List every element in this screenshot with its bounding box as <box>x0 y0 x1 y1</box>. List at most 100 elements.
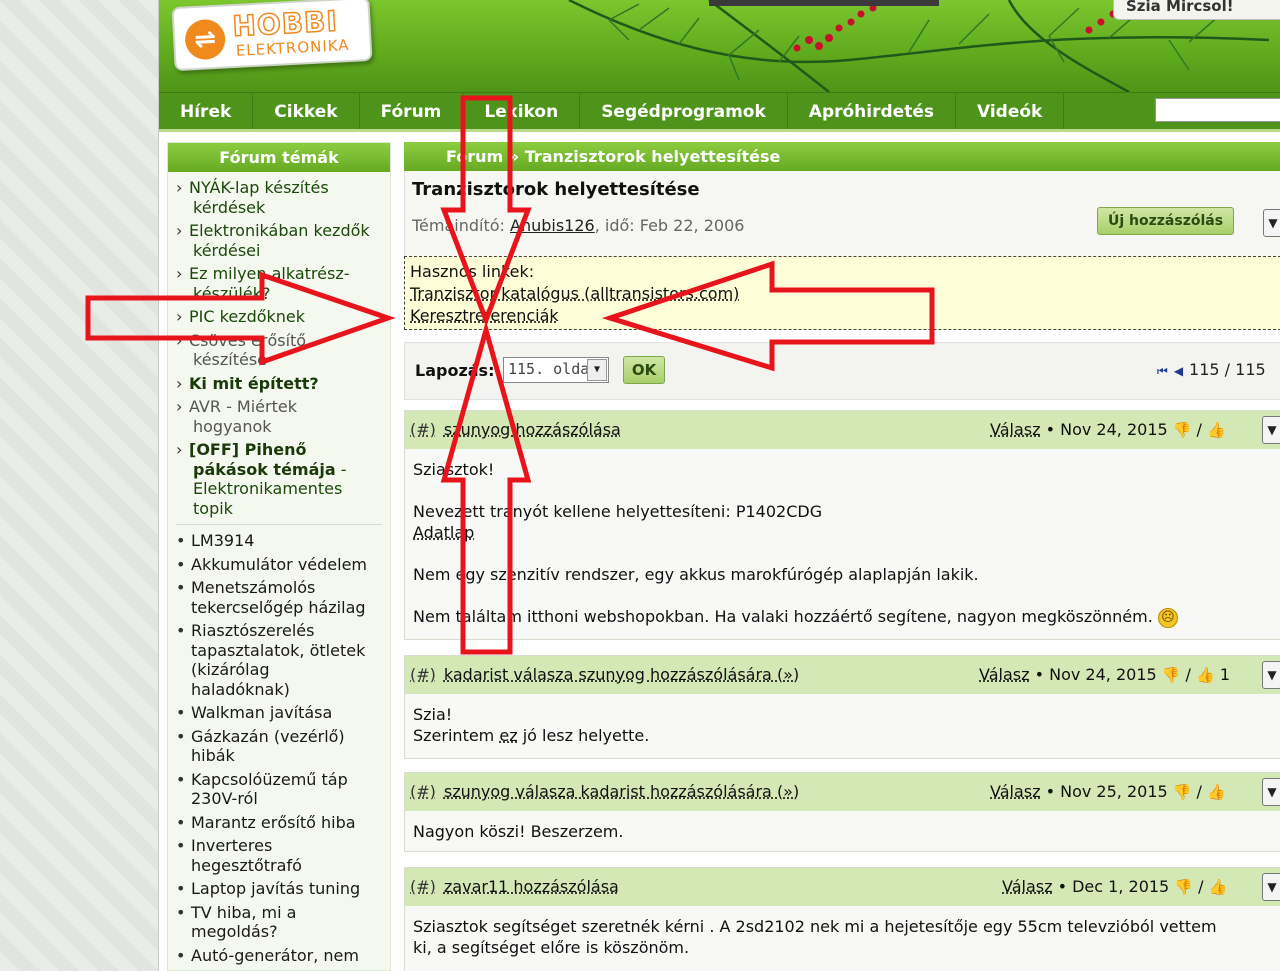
page-navigation: ⏮ ◀ 115 / 115 <box>1157 360 1266 379</box>
user-greeting[interactable]: Szia Mircsol! <box>1113 0 1280 20</box>
prev-page-icon[interactable]: ◀ <box>1174 364 1183 378</box>
reply-link[interactable]: Válasz <box>1002 877 1053 896</box>
forum-post: (#) szunyog válasza kadarist hozzászólásá… <box>404 772 1280 852</box>
forum-post: (#) szunyog hozzászólása Válasz • Nov 24,… <box>404 410 1280 640</box>
thumb-down-icon[interactable]: 👎 <box>1162 666 1181 684</box>
post-actions: Válasz • Nov 24, 2015 👎 / 👍 <box>990 420 1226 439</box>
sidebar-list: › NYÁK-lap készítés kérdések › Elektronikáb… <box>168 172 390 965</box>
cross-reference-link[interactable]: Keresztreferenciák <box>410 305 1275 327</box>
topic-author-link[interactable]: Anubis126 <box>510 216 595 235</box>
post-body: Szia! Szerintem ez jó lesz helyette. <box>413 705 650 745</box>
sidebar-topic-nyak[interactable]: › NYÁK-lap készítés kérdések <box>176 178 382 217</box>
thumb-up-icon[interactable]: 👍 <box>1207 421 1226 439</box>
post-title[interactable]: zavar11 hozzászólása <box>444 877 619 896</box>
post-actions: Válasz • Nov 25, 2015 👎 / 👍 <box>990 782 1226 801</box>
nav-item-aprohirdetes[interactable]: Apróhirdetés <box>788 93 956 129</box>
nav-item-videok[interactable]: Videók <box>956 93 1065 129</box>
sidebar-recent-item[interactable]: • LM3914 <box>176 531 382 551</box>
pagination-label: Lapozás: <box>415 361 495 380</box>
post-header: (#) szunyog hozzászólása Válasz • Nov 24,… <box>405 411 1280 449</box>
sidebar-recent-item[interactable]: • Inverteres hegesztőtrafó <box>176 836 382 875</box>
dropdown-arrow-icon: ▼ <box>587 359 607 381</box>
main-content: Fórum » Tranzisztorok helyettesítése Tra… <box>404 142 1280 971</box>
sidebar-topic-pic[interactable]: › PIC kezdőknek <box>176 307 382 327</box>
sidebar-topic-avr[interactable]: › AVR - Miértek hogyanok <box>176 397 382 436</box>
sidebar-topic-off-piheno[interactable]: › [OFF] Pihenő pákások témája - Elektronika… <box>176 440 382 518</box>
thumb-up-icon[interactable]: 👍 <box>1209 878 1228 896</box>
page-select[interactable]: 115. oldal ▼ <box>503 357 609 383</box>
page: ⇌ HOBBI ELEKTRONIKA Szia Mircsol! Hírek … <box>158 0 1280 971</box>
sidebar-recent-item[interactable]: • Walkman javítása <box>176 703 382 723</box>
sidebar-recent-item[interactable]: • Riasztószerelés tapasztalatok, ötletek (k… <box>176 621 382 699</box>
page-background <box>0 0 158 971</box>
like-count: 1 <box>1219 665 1230 684</box>
sidebar-recent-item[interactable]: • Gázkazán (vezérlő) hibák <box>176 727 382 766</box>
nav-item-lexikon[interactable]: Lexikon <box>463 93 581 129</box>
post-body: Sziasztok! Nevezett tranyót kellene hely… <box>405 449 1280 638</box>
collapse-icon[interactable]: ▼ <box>1262 416 1280 444</box>
hobbielektronika-logo[interactable]: ⇌ HOBBI ELEKTRONIKA <box>171 0 373 72</box>
post-title[interactable]: szunyog hozzászólása <box>444 420 621 439</box>
topic-header: Tranzisztorok helyettesítése Új hozzászó… <box>404 171 1280 265</box>
nav-item-forum[interactable]: Fórum <box>360 93 464 129</box>
reply-inline-link[interactable]: ez <box>499 726 517 745</box>
post-header: (#) kadarist válasza szunyog hozzászólásá… <box>405 656 1280 694</box>
site-header: ⇌ HOBBI ELEKTRONIKA Szia Mircsol! <box>159 0 1280 92</box>
useful-links-box: Hasznos linkek: Tranzisztor katalógus (a… <box>404 256 1280 330</box>
post-date: Nov 24, 2015 <box>1049 665 1157 684</box>
nav-item-segedprogramok[interactable]: Segédprogramok <box>580 93 788 129</box>
nav-item-hirek[interactable]: Hírek <box>159 93 254 129</box>
logo-icon: ⇌ <box>184 18 227 61</box>
sidebar-topic-csoves[interactable]: › Csöves erősítő készítése <box>176 331 382 370</box>
chevron-down-icon[interactable]: ▼ <box>1263 209 1280 237</box>
search-input[interactable] <box>1155 98 1280 122</box>
pager-ok-button[interactable]: OK <box>623 356 665 384</box>
post-body: Sziasztok segítséget szeretnék kérni . A… <box>413 917 1217 957</box>
thumb-down-icon[interactable]: 👎 <box>1174 878 1193 896</box>
post-date: Nov 25, 2015 <box>1060 782 1168 801</box>
post-title[interactable]: szunyog válasza kadarist hozzászólására … <box>444 782 799 801</box>
useful-links-label: Hasznos linkek: <box>410 262 535 281</box>
post-title[interactable]: kadarist válasza szunyog hozzászólására … <box>444 665 799 684</box>
sidebar-recent-item[interactable]: • Akkumulátor védelem <box>176 555 382 575</box>
collapse-icon[interactable]: ▼ <box>1262 873 1280 901</box>
sidebar-recent-item[interactable]: • TV hiba, mi a megoldás? <box>176 903 382 942</box>
sidebar-topic-alkatresz[interactable]: › Ez milyen alkatrész-készülék? <box>176 264 382 303</box>
thumb-up-icon[interactable]: 👍 <box>1196 666 1215 684</box>
collapse-icon[interactable]: ▼ <box>1262 661 1280 689</box>
reply-link[interactable]: Válasz <box>990 782 1041 801</box>
sidebar-title: Fórum témák <box>168 143 390 172</box>
thumb-down-icon[interactable]: 👎 <box>1173 421 1192 439</box>
first-page-icon[interactable]: ⏮ <box>1157 364 1168 378</box>
post-actions: Válasz • Dec 1, 2015 👎 / 👍 <box>1002 877 1228 896</box>
sidebar-recent-item[interactable]: • Kapcsolóüzemű táp 230V-ról <box>176 770 382 809</box>
transistor-catalog-link[interactable]: Tranzisztor katalógus (alltransistors.co… <box>410 283 1275 305</box>
new-post-button[interactable]: Új hozzászólás <box>1097 207 1235 235</box>
post-header: (#) zavar11 hozzászólása Válasz • Dec 1, … <box>405 868 1280 906</box>
post-permalink[interactable]: (#) <box>410 665 436 684</box>
nav-item-cikkek[interactable]: Cikkek <box>253 93 360 129</box>
datasheet-link[interactable]: Adatlap <box>413 522 1272 543</box>
forum-post: (#) kadarist válasza szunyog hozzászólásá… <box>404 655 1280 759</box>
page-title: Tranzisztorok helyettesítése <box>412 179 700 200</box>
sidebar-topic-kezdok[interactable]: › Elektronikában kezdők kérdései <box>176 221 382 260</box>
breadcrumb[interactable]: Fórum » Tranzisztorok helyettesítése <box>404 142 1280 171</box>
sad-smiley-icon: ☹ <box>1157 607 1178 628</box>
post-permalink[interactable]: (#) <box>410 877 436 896</box>
thumb-down-icon[interactable]: 👎 <box>1173 783 1192 801</box>
collapse-icon[interactable]: ▼ <box>1262 778 1280 806</box>
sidebar-recent-item[interactable]: • Laptop javítás tuning <box>176 879 382 899</box>
forum-post: (#) zavar11 hozzászólása Válasz • Dec 1, … <box>404 867 1280 971</box>
pagination-bar: Lapozás: 115. oldal ▼ OK ⏮ ◀ 115 / 115 <box>404 342 1280 400</box>
sidebar-topic-ki-mit-epitett[interactable]: › Ki mit épített? <box>176 374 382 394</box>
main-navigation: Hírek Cikkek Fórum Lexikon Segédprogramo… <box>159 92 1280 132</box>
post-permalink[interactable]: (#) <box>410 782 436 801</box>
thumb-up-icon[interactable]: 👍 <box>1207 783 1226 801</box>
sidebar-recent-item[interactable]: • Marantz erősítő hiba <box>176 813 382 833</box>
post-permalink[interactable]: (#) <box>410 420 436 439</box>
sidebar-recent-item[interactable]: • Menetszámolós tekercselőgép házilag <box>176 578 382 617</box>
reply-link[interactable]: Válasz <box>990 420 1041 439</box>
post-date: Dec 1, 2015 <box>1072 877 1170 896</box>
sidebar-recent-item[interactable]: • Autó-generátor, nem <box>176 946 382 966</box>
reply-link[interactable]: Válasz <box>979 665 1030 684</box>
